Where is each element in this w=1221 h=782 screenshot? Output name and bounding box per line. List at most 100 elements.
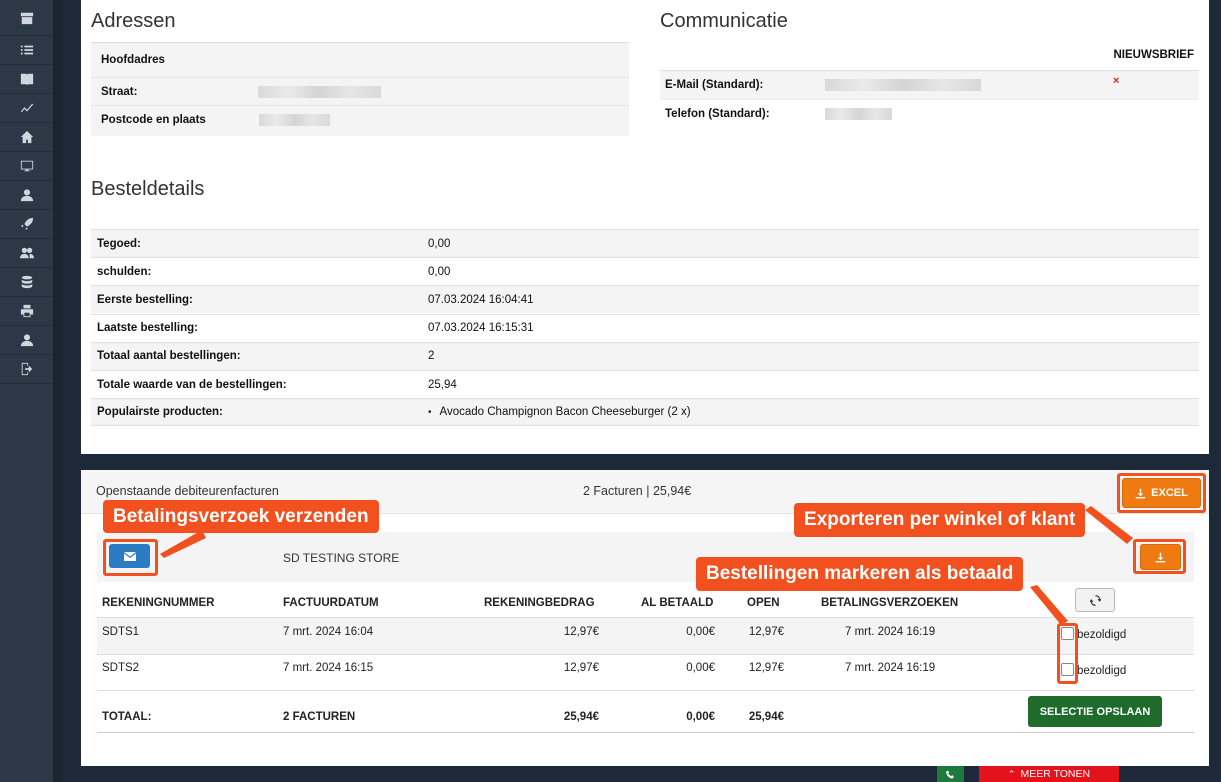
postcode-value-redacted	[259, 113, 330, 126]
chevron-up-icon: ⌃	[1007, 768, 1016, 779]
email-row: E-Mail (Standard): ×	[660, 70, 1199, 99]
refresh-button[interactable]	[1075, 588, 1115, 612]
order-details-title: Besteldetails	[91, 178, 205, 200]
main-address-label: Hoofdadres	[101, 54, 165, 66]
order-detail-row: schulden: 0,00	[91, 257, 1199, 285]
user-icon	[20, 189, 33, 202]
col-header-amount: REKENINGBEDRAG	[484, 597, 595, 609]
order-detail-value: 07.03.2024 16:04:41	[428, 293, 534, 306]
phone-row: Telefon (Standard):	[660, 99, 1199, 127]
invoices-title: Openstaande debiteurenfacturen	[96, 484, 279, 498]
paid-checkbox-label: bezoldigd	[1077, 665, 1127, 677]
invoice-cell-date: 7 mrt. 2024 16:15	[283, 662, 374, 674]
communication-title: Communicatie	[660, 10, 788, 32]
callout-mark-paid: Bestellingen markeren als betaald	[696, 557, 1024, 591]
invoice-cell-request: 7 mrt. 2024 16:19	[845, 662, 936, 674]
order-detail-value: 07.03.2024 16:15:31	[428, 322, 534, 335]
sidebar-item-user[interactable]	[0, 181, 53, 210]
invoice-cell-paid: 0,00€	[686, 626, 715, 638]
order-detail-label: Totale waarde van de bestellingen:	[97, 378, 287, 391]
order-detail-row: Totaal aantal bestellingen: 2	[91, 341, 1199, 370]
phone-label: Telefon (Standard):	[665, 107, 770, 120]
invoice-cell-open: 12,97€	[748, 626, 784, 638]
checkbox-highlight	[1057, 623, 1078, 684]
phone-button[interactable]	[937, 766, 964, 782]
show-more-button[interactable]: ⌃ MEER TONEN	[979, 766, 1119, 782]
bullet-icon: •	[428, 406, 432, 418]
store-name: SD TESTING STORE	[283, 551, 400, 565]
email-label: E-Mail (Standard):	[665, 79, 764, 91]
invoice-cell-number: SDTS2	[102, 662, 140, 674]
phone-value-redacted	[825, 107, 892, 120]
email-value-redacted	[825, 79, 981, 91]
sidebar-item-users[interactable]	[0, 239, 53, 268]
invoice-cell-date: 7 mrt. 2024 16:04	[283, 626, 374, 638]
refresh-icon	[1089, 594, 1101, 606]
sidebar-item-list[interactable]	[0, 36, 53, 65]
user-icon	[20, 334, 33, 347]
show-more-label: MEER TONEN	[1020, 768, 1091, 780]
table-divider	[97, 690, 1194, 691]
sidebar-item-archive[interactable]	[0, 0, 53, 36]
addresses-title: Adressen	[91, 10, 176, 32]
order-detail-value: Avocado Champignon Bacon Cheeseburger (2…	[439, 406, 691, 419]
invoice-cell-amount: 12,97€	[563, 626, 599, 638]
order-detail-label: Totaal aantal bestellingen:	[97, 350, 241, 363]
order-detail-value: 2	[428, 350, 435, 363]
order-detail-row: Laatste bestelling: 07.03.2024 16:15:31	[91, 313, 1199, 342]
sidebar-item-rocket[interactable]	[0, 210, 53, 239]
street-label: Straat:	[101, 85, 138, 98]
save-selection-button[interactable]: SELECTIE OPSLAAN	[1028, 696, 1162, 727]
sidebar-item-logout[interactable]	[0, 355, 53, 384]
home-icon	[20, 130, 33, 144]
chart-icon	[20, 103, 33, 113]
callout-send-request: Betalingsverzoek verzenden	[103, 500, 379, 533]
total-paid: 0,00€	[686, 711, 715, 723]
invoice-cell-number: SDTS1	[102, 626, 140, 638]
newsletter-header: NIEUWSBRIEF	[1113, 49, 1195, 61]
rocket-icon	[20, 217, 33, 231]
callout-arrow	[1085, 506, 1133, 544]
sidebar-item-home[interactable]	[0, 123, 53, 152]
invoice-cell-open: 12,97€	[748, 662, 784, 674]
sidebar-item-printer[interactable]	[0, 297, 53, 326]
sidebar-item-chart[interactable]	[0, 94, 53, 123]
total-open: 25,94€	[748, 711, 784, 723]
total-count: 2 FACTUREN	[283, 711, 356, 723]
postcode-label: Postcode en plaats	[101, 113, 206, 126]
order-detail-label: Tegoed:	[97, 237, 141, 250]
order-detail-label: schulden:	[97, 265, 152, 278]
order-detail-row: Tegoed: 0,00	[91, 229, 1199, 257]
invoice-cell-paid: 0,00€	[686, 662, 715, 674]
paid-checkbox-label: bezoldigd	[1077, 629, 1127, 641]
order-detail-row: Totale waarde van de bestellingen: 25,94	[91, 370, 1199, 398]
list-icon	[20, 45, 33, 55]
order-detail-row: Populairste producten: • Avocado Champigno…	[91, 398, 1199, 427]
col-header-requests: BETALINGSVERZOEKEN	[821, 597, 959, 609]
order-detail-value: 25,94	[428, 378, 457, 391]
sidebar-item-database[interactable]	[0, 268, 53, 297]
sidebar-item-monitor[interactable]	[0, 152, 53, 181]
customer-details-panel: Adressen Hoofdadres Straat: Postcode en …	[81, 0, 1209, 454]
order-detail-label: Laatste bestelling:	[97, 322, 198, 335]
store-row: SD TESTING STORE	[97, 532, 1194, 582]
order-detail-label: Eerste bestelling:	[97, 293, 193, 306]
mail-highlight	[103, 539, 158, 576]
newsletter-no-icon: ×	[1113, 75, 1120, 87]
phone-icon	[946, 770, 954, 778]
order-detail-label: Populairste producten:	[97, 406, 223, 419]
table-divider	[97, 732, 1194, 733]
sidebar-item-book[interactable]	[0, 65, 53, 94]
store-export-highlight	[1133, 539, 1186, 574]
database-icon	[21, 275, 32, 289]
printer-icon	[20, 304, 33, 318]
callout-export: Exporteren per winkel of klant	[794, 503, 1086, 537]
sidebar-edge	[53, 0, 62, 782]
street-value-redacted	[258, 85, 381, 98]
archive-icon	[20, 12, 33, 24]
invoice-cell-request: 7 mrt. 2024 16:19	[845, 626, 936, 638]
callout-arrow	[160, 530, 206, 558]
total-label: TOTAAL:	[102, 711, 152, 723]
sidebar-item-account[interactable]	[0, 326, 53, 355]
book-icon	[20, 73, 33, 86]
